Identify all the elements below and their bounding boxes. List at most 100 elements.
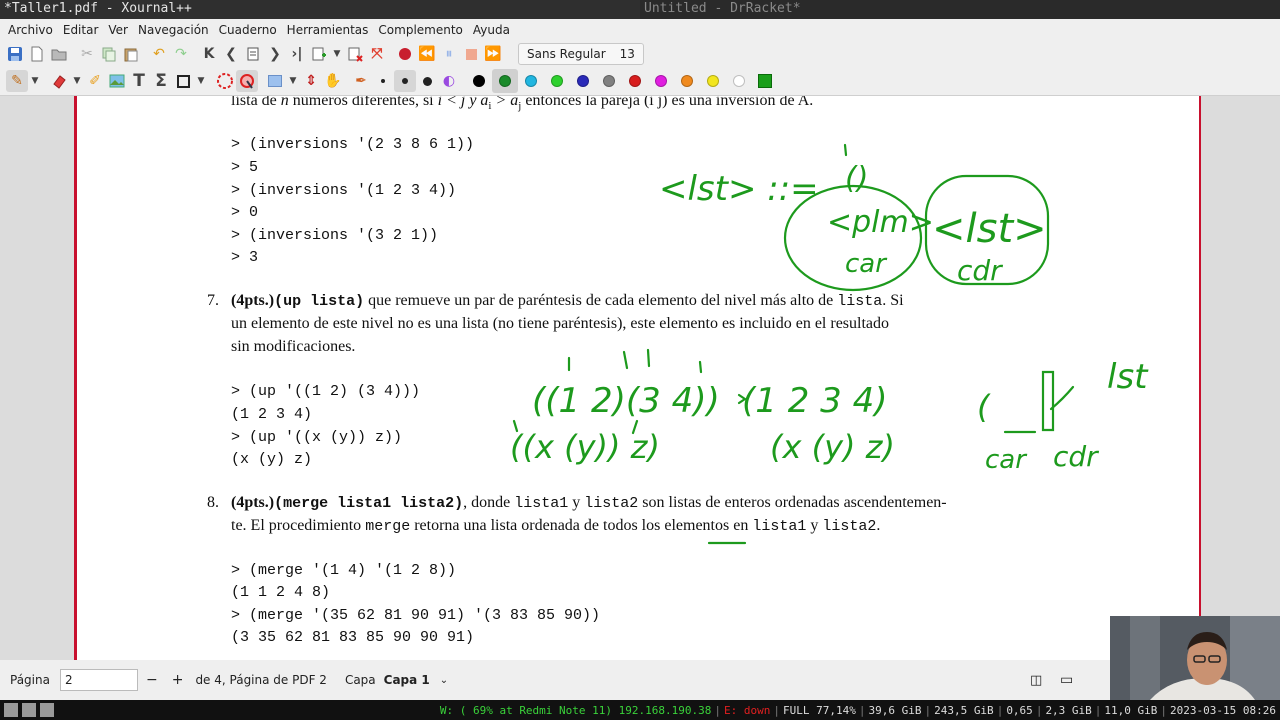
menu-archivo[interactable]: Archivo <box>4 23 57 37</box>
menu-ver[interactable]: Ver <box>104 23 132 37</box>
chevron-down-icon[interactable]: ▼ <box>330 43 344 65</box>
color-swatch <box>758 74 772 88</box>
pdf-page[interactable]: lista de n números diferentes, si i < j … <box>77 96 1199 660</box>
color-picker-icon[interactable]: ✒ <box>350 70 372 92</box>
color-swatch <box>551 75 563 87</box>
annot-car: car <box>845 249 888 279</box>
wifi-status: W: ( 69% at Redmi Note 11) 192.168.190.3… <box>439 703 712 717</box>
two-pages-icon[interactable]: ◫ <box>1030 673 1042 688</box>
fullscreen-icon[interactable]: ⤧ <box>366 43 388 65</box>
next-page-icon[interactable]: ❯ <box>264 43 286 65</box>
annot-lst: <lst> <box>932 206 1047 252</box>
window-title-drracket[interactable]: Untitled - DrRacket* <box>640 0 1280 19</box>
new-document-icon[interactable] <box>26 43 48 65</box>
menu-complemento[interactable]: Complemento <box>374 23 466 37</box>
undo-icon[interactable]: ↶ <box>148 43 170 65</box>
color-swatch <box>629 75 641 87</box>
workspace-3[interactable] <box>40 703 54 717</box>
page-increment-button[interactable]: + <box>172 672 184 688</box>
last-page-icon[interactable]: ›| <box>286 43 308 65</box>
pen-icon[interactable]: ✎ <box>6 70 28 92</box>
record-icon[interactable] <box>394 43 416 65</box>
annot-ex2-right: (x (y) z) <box>770 428 895 466</box>
hand-icon[interactable]: ✋ <box>322 70 344 92</box>
page-decrement-button[interactable]: − <box>146 672 158 688</box>
fill-icon[interactable]: ◐ <box>438 70 460 92</box>
select-region-icon[interactable] <box>214 70 236 92</box>
color-yellow[interactable] <box>700 69 726 93</box>
stop-icon[interactable] <box>460 43 482 65</box>
text-tool-icon[interactable]: T <box>128 70 150 92</box>
page-info: de 4, Página de PDF 2 <box>195 673 327 687</box>
color-white[interactable] <box>726 69 752 93</box>
chevron-down-icon[interactable]: ▼ <box>70 70 84 92</box>
custom-color-button[interactable] <box>752 69 778 93</box>
color-swatch <box>499 75 511 87</box>
menu-editar[interactable]: Editar <box>59 23 103 37</box>
presentation-icon[interactable]: ▭ <box>1060 672 1073 688</box>
menu-cuaderno[interactable]: Cuaderno <box>215 23 281 37</box>
save-icon[interactable] <box>4 43 26 65</box>
color-swatch <box>473 75 485 87</box>
delete-page-icon[interactable] <box>344 43 366 65</box>
status-sep: | <box>773 703 780 717</box>
open-folder-icon[interactable] <box>48 43 70 65</box>
chevron-down-icon[interactable]: ▼ <box>286 70 300 92</box>
shape-tool-icon[interactable] <box>172 70 194 92</box>
menu-herramientas[interactable]: Herramientas <box>283 23 373 37</box>
color-green[interactable] <box>492 69 518 93</box>
arrow-stroke <box>843 143 848 157</box>
font-selector[interactable]: Sans Regular 13 <box>518 43 644 65</box>
workspace-1[interactable] <box>4 703 18 717</box>
fast-forward-icon[interactable]: ⏩ <box>482 43 504 65</box>
select-object-icon[interactable] <box>236 70 258 92</box>
latex-tool-icon[interactable]: Σ <box>150 70 172 92</box>
image-icon[interactable] <box>106 70 128 92</box>
color-red[interactable] <box>622 69 648 93</box>
highlighter-icon[interactable]: ✐ <box>84 70 106 92</box>
color-blue[interactable] <box>570 69 596 93</box>
thin-stroke-icon[interactable] <box>372 70 394 92</box>
paste-icon[interactable] <box>120 43 142 65</box>
medium-stroke-icon[interactable] <box>394 70 416 92</box>
chevron-down-icon[interactable]: ▼ <box>28 70 42 92</box>
goto-page-icon[interactable] <box>242 43 264 65</box>
thick-stroke-icon[interactable] <box>416 70 438 92</box>
first-page-icon[interactable]: K <box>198 43 220 65</box>
chevron-down-icon[interactable]: ▼ <box>194 70 208 92</box>
color-magenta[interactable] <box>648 69 674 93</box>
chevron-down-icon[interactable]: ⌄ <box>440 675 448 686</box>
pause-icon[interactable]: ⏸ <box>438 43 460 65</box>
menu-ayuda[interactable]: Ayuda <box>469 23 514 37</box>
eraser-icon[interactable] <box>48 70 70 92</box>
color-orange[interactable] <box>674 69 700 93</box>
color-swatch <box>733 75 745 87</box>
menu-navegacion[interactable]: Navegación <box>134 23 213 37</box>
color-swatch <box>525 75 537 87</box>
status-sep: | <box>996 703 1004 717</box>
menu-bar: Archivo Editar Ver Navegación Cuaderno H… <box>0 19 1280 41</box>
color-swatch <box>707 75 719 87</box>
disk-status-1: 39,6 GiB <box>868 703 922 717</box>
window-title-xournal[interactable]: *Taller1.pdf - Xournal++ <box>0 0 640 19</box>
status-sep: | <box>858 703 866 717</box>
insert-page-icon[interactable] <box>308 43 330 65</box>
copy-icon[interactable] <box>98 43 120 65</box>
lst-pointer <box>1049 385 1075 411</box>
document-canvas[interactable]: lista de n números diferentes, si i < j … <box>0 96 1280 660</box>
color-cyan[interactable] <box>518 69 544 93</box>
previous-page-icon[interactable]: ❮ <box>220 43 242 65</box>
color-black[interactable] <box>466 69 492 93</box>
color-light-green[interactable] <box>544 69 570 93</box>
layer-select[interactable]: Capa 1 <box>384 673 430 687</box>
vertical-space-icon[interactable]: ⇕ <box>300 70 322 92</box>
memory-status-2: 11,0 GiB <box>1104 703 1158 717</box>
color-gray[interactable] <box>596 69 622 93</box>
redo-icon[interactable]: ↷ <box>170 43 192 65</box>
page-number-input[interactable]: 2 <box>59 669 138 691</box>
workspace-2[interactable] <box>22 703 36 717</box>
select-rectangle-icon[interactable] <box>264 70 286 92</box>
annot-ex2-left: ((x (y)) z) <box>510 428 660 466</box>
rewind-icon[interactable]: ⏪ <box>416 43 438 65</box>
cut-icon[interactable]: ✂ <box>76 43 98 65</box>
